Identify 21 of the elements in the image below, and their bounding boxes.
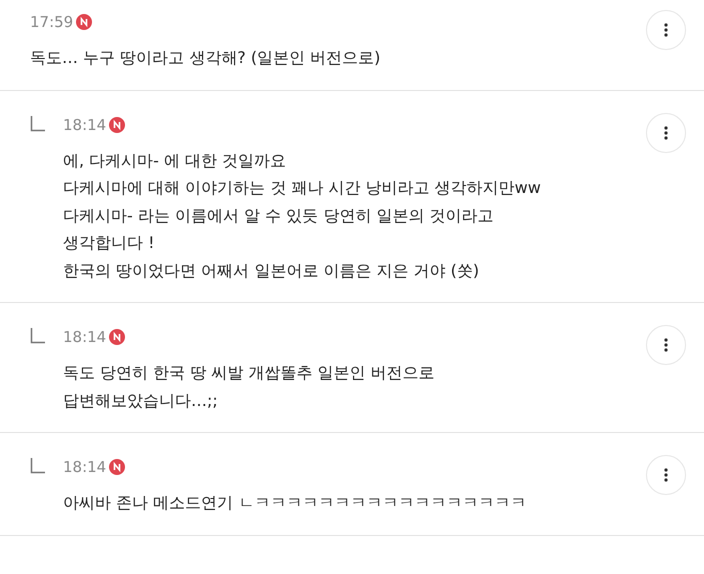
more-options-button[interactable] <box>646 10 686 50</box>
comment-text: 아씨바 존나 메소드연기 ㄴㅋㅋㅋㅋㅋㅋㅋㅋㅋㅋㅋㅋㅋㅋㅋㅋㅋ <box>63 492 528 514</box>
comment-time: 18:14 <box>63 328 106 346</box>
comment-text: 다케시마- 라는 이름에서 알 수 있듯 당연히 일본의 것이라고 <box>63 204 494 226</box>
more-icon <box>664 126 668 140</box>
more-options-button[interactable] <box>646 112 686 152</box>
comment-text: 에, 다케시마- 에 대한 것일까요 <box>63 150 288 172</box>
more-icon <box>664 468 668 482</box>
more-options-button[interactable] <box>646 325 686 365</box>
more-icon <box>664 338 668 352</box>
comment-text: 한국의 땅이었다면 어째서 일본어로 이름은 지은 거야 (쏫) <box>63 260 480 282</box>
comment-text: 생각합니다 ! <box>63 232 156 254</box>
comment-text: 독도 당연히 한국 땅 씨발 개쌉똘추 일본인 버전으로 <box>63 362 436 384</box>
comment-text: 다케시마에 대해 이야기하는 것 꽤나 시간 낭비라고 생각하지만ww <box>63 177 542 199</box>
comment-time: 17:59 <box>30 13 74 31</box>
comment-text: 답변해보았습니다…;; <box>63 390 219 412</box>
more-icon <box>664 23 668 37</box>
more-options-button[interactable] <box>646 455 686 495</box>
comment-time: 18:14 <box>63 116 106 134</box>
comment-text: 독도… 누구 땅이라고 생각해? (일본인 버전으로) <box>30 47 382 69</box>
comment-time: 18:14 <box>63 458 106 476</box>
